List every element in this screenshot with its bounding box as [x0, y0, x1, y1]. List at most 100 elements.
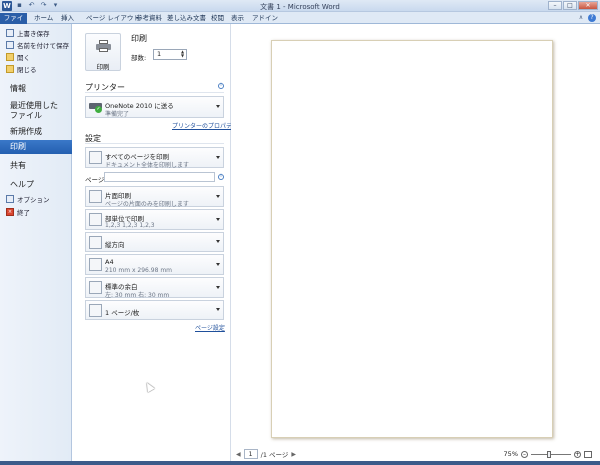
sides-dropdown[interactable]: 片面印刷 ページの片面のみを印刷します — [85, 186, 224, 208]
setting-description: ページの片面のみを印刷します — [105, 201, 189, 208]
divider — [85, 92, 224, 93]
folder-open-icon — [6, 53, 14, 61]
chevron-down-icon — [216, 217, 220, 221]
window-controls: – □ ✕ — [548, 1, 598, 10]
zoom-in-icon[interactable]: + — [574, 450, 581, 458]
chevron-down-icon — [216, 155, 220, 159]
copies-spinner[interactable]: ▲ ▼ — [179, 50, 186, 59]
nav-info[interactable]: 情報 — [10, 83, 26, 94]
tab-view[interactable]: 表示 — [228, 13, 247, 24]
chevron-down-icon — [216, 262, 220, 266]
zoom-out-icon[interactable]: – — [521, 450, 528, 458]
maximize-button[interactable]: □ — [563, 1, 577, 10]
save-icon — [6, 29, 14, 37]
next-page-icon[interactable]: ▶ — [291, 451, 296, 458]
orientation-dropdown[interactable]: 縦方向 — [85, 232, 224, 252]
close-command[interactable]: 閉じる — [6, 64, 37, 74]
exit-command[interactable]: × 終了 — [6, 207, 30, 217]
setting-description: 210 mm x 296.98 mm — [105, 267, 173, 274]
chevron-down-icon — [216, 285, 220, 289]
chevron-down-icon — [216, 105, 220, 108]
nav-help[interactable]: ヘルプ — [10, 179, 34, 190]
nav-print[interactable]: 印刷 — [0, 140, 80, 154]
margins-icon — [89, 281, 102, 294]
nav-recent-line2[interactable]: ファイル — [10, 110, 42, 121]
one-sided-icon — [89, 190, 102, 203]
close-command-label: 閉じる — [17, 66, 37, 74]
nav-share[interactable]: 共有 — [10, 160, 26, 171]
options-label: オプション — [17, 196, 50, 204]
tab-addins[interactable]: アドイン — [249, 13, 281, 24]
copies-value: 1 — [157, 50, 162, 58]
chevron-down-icon — [216, 308, 220, 311]
zoom-level: 75% — [503, 450, 518, 458]
chevron-down-icon — [216, 194, 220, 198]
setting-description: 1,2,3 1,2,3 1,2,3 — [105, 222, 155, 229]
nav-new[interactable]: 新規作成 — [10, 126, 42, 137]
total-pages: /1 ページ — [260, 451, 289, 459]
divider — [85, 143, 224, 144]
paper-size-dropdown[interactable]: A4 210 mm x 296.98 mm — [85, 254, 224, 275]
options-command[interactable]: オプション — [6, 194, 50, 204]
pages-icon — [89, 151, 102, 164]
zoom-control: 75% – + — [504, 450, 592, 458]
print-button[interactable]: 印刷 — [85, 33, 121, 71]
save-as-command[interactable]: 名前を付けて保存 — [6, 40, 69, 50]
title-bar: W ▪ ↶ ↷ ▾ 文書 1 - Microsoft Word – □ ✕ — [0, 0, 600, 12]
current-page-input[interactable]: 1 — [243, 449, 258, 459]
ribbon-tab-bar: ファイル ホーム 挿入 ページ レイアウト 参考資料 差し込み文書 校閲 表示 … — [0, 12, 600, 33]
chevron-down-icon — [216, 240, 220, 243]
setting-description: 左: 30 mm 右: 30 mm — [105, 292, 170, 299]
tab-home[interactable]: ホーム — [31, 13, 56, 24]
collate-icon — [89, 213, 102, 226]
close-window-button[interactable]: ✕ — [578, 1, 598, 10]
pages-input[interactable] — [104, 172, 215, 182]
backstage-nav: 上書き保存 名前を付けて保存 開く 閉じる 情報 最近使用した ファイル 新規作… — [0, 24, 80, 465]
tab-references[interactable]: 参考資料 — [133, 13, 165, 24]
taskbar — [0, 461, 600, 465]
printer-dropdown[interactable]: ✓ OneNote 2010 に送る 準備完了 — [85, 96, 224, 118]
open-command-label: 開く — [17, 54, 30, 62]
save-as-command-label: 名前を付けて保存 — [17, 42, 69, 50]
print-button-label: 印刷 — [96, 63, 110, 71]
exit-icon: × — [6, 208, 14, 216]
save-command-label: 上書き保存 — [17, 30, 50, 38]
setting-description: ドキュメント全体を印刷します — [105, 162, 190, 169]
tab-file[interactable]: ファイル — [0, 13, 27, 33]
copies-label: 部数: — [131, 54, 147, 62]
pages-info-icon[interactable]: i — [218, 174, 224, 180]
zoom-slider-thumb[interactable] — [547, 450, 551, 458]
paper-size-icon — [89, 258, 102, 271]
setting-label: 縦方向 — [105, 241, 125, 249]
printer-info-icon[interactable]: i — [218, 83, 224, 89]
help-icon[interactable]: ? — [588, 14, 596, 22]
portrait-icon — [89, 236, 102, 249]
save-command[interactable]: 上書き保存 — [6, 28, 50, 38]
print-settings-panel: 印刷 印刷 部数: 1 ▲ ▼ プリンター i ✓ OneNote 2010 に送… — [72, 24, 238, 465]
setting-label: A4 — [105, 258, 114, 266]
pages-per-sheet-icon — [89, 304, 102, 317]
open-command[interactable]: 開く — [6, 52, 30, 62]
copies-input[interactable]: 1 ▲ ▼ — [153, 49, 187, 60]
tab-review[interactable]: 校閲 — [208, 13, 227, 24]
preview-page — [271, 40, 553, 438]
page-setup-link[interactable]: ページ設定 — [195, 323, 225, 332]
tab-insert[interactable]: 挿入 — [58, 13, 77, 24]
print-title: 印刷 — [131, 34, 147, 43]
window-title: 文書 1 - Microsoft Word — [260, 3, 340, 11]
printer-ready-icon: ✓ — [89, 100, 102, 113]
prev-page-icon[interactable]: ◀ — [236, 451, 241, 458]
tab-mailings[interactable]: 差し込み文書 — [164, 13, 209, 24]
zoom-slider[interactable] — [531, 450, 571, 458]
print-range-dropdown[interactable]: すべてのページを印刷 ドキュメント全体を印刷します — [85, 147, 224, 169]
setting-label: 1 ページ/枚 — [105, 309, 140, 317]
save-as-icon — [6, 41, 14, 49]
zoom-to-page-icon[interactable] — [584, 450, 592, 458]
printer-properties-link[interactable]: プリンターのプロパティ — [172, 121, 238, 130]
print-preview: ◀ 1 /1 ページ ▶ 75% – + — [231, 24, 600, 465]
minimize-button[interactable]: – — [548, 1, 562, 10]
pages-per-sheet-dropdown[interactable]: 1 ページ/枚 — [85, 300, 224, 320]
minimize-ribbon-icon[interactable]: ∧ — [577, 14, 585, 22]
margins-dropdown[interactable]: 標準の余白 左: 30 mm 右: 30 mm — [85, 277, 224, 299]
collate-dropdown[interactable]: 部単位で印刷 1,2,3 1,2,3 1,2,3 — [85, 209, 224, 230]
